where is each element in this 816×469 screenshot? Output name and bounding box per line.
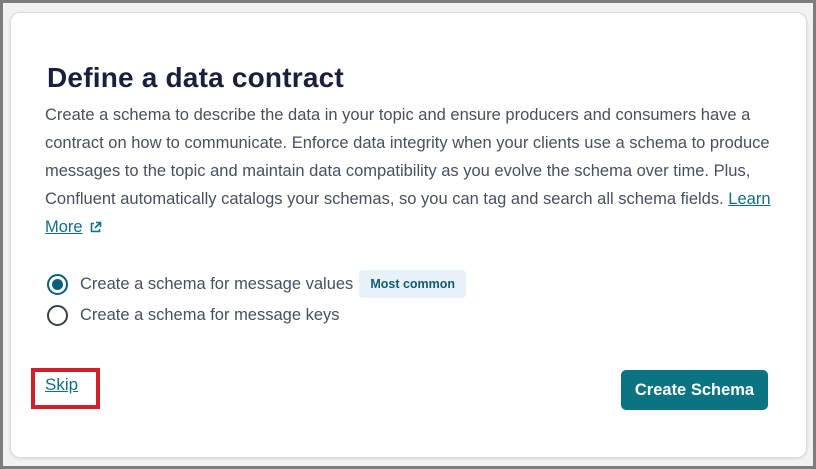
data-contract-dialog: Define a data contract Create a schema t… (10, 12, 807, 458)
radio-button-checked[interactable] (47, 273, 68, 295)
dialog-title: Define a data contract (47, 62, 344, 93)
description-text: Create a schema to describe the data in … (45, 106, 770, 208)
window-frame: Define a data contract Create a schema t… (3, 3, 813, 466)
option-message-values[interactable]: Create a schema for message values Most … (47, 270, 467, 298)
create-schema-button[interactable]: Create Schema (621, 370, 768, 410)
option-label: Create a schema for message keys (80, 306, 340, 324)
option-label: Create a schema for message values (80, 274, 354, 293)
external-link-icon[interactable] (89, 215, 102, 243)
most-common-badge: Most common (359, 270, 467, 298)
radio-button-unchecked[interactable] (47, 305, 68, 326)
radio-dot (52, 278, 63, 290)
skip-highlight-box (31, 368, 100, 409)
dialog-description: Create a schema to describe the data in … (45, 101, 775, 243)
option-message-keys[interactable]: Create a schema for message keys (47, 305, 340, 326)
